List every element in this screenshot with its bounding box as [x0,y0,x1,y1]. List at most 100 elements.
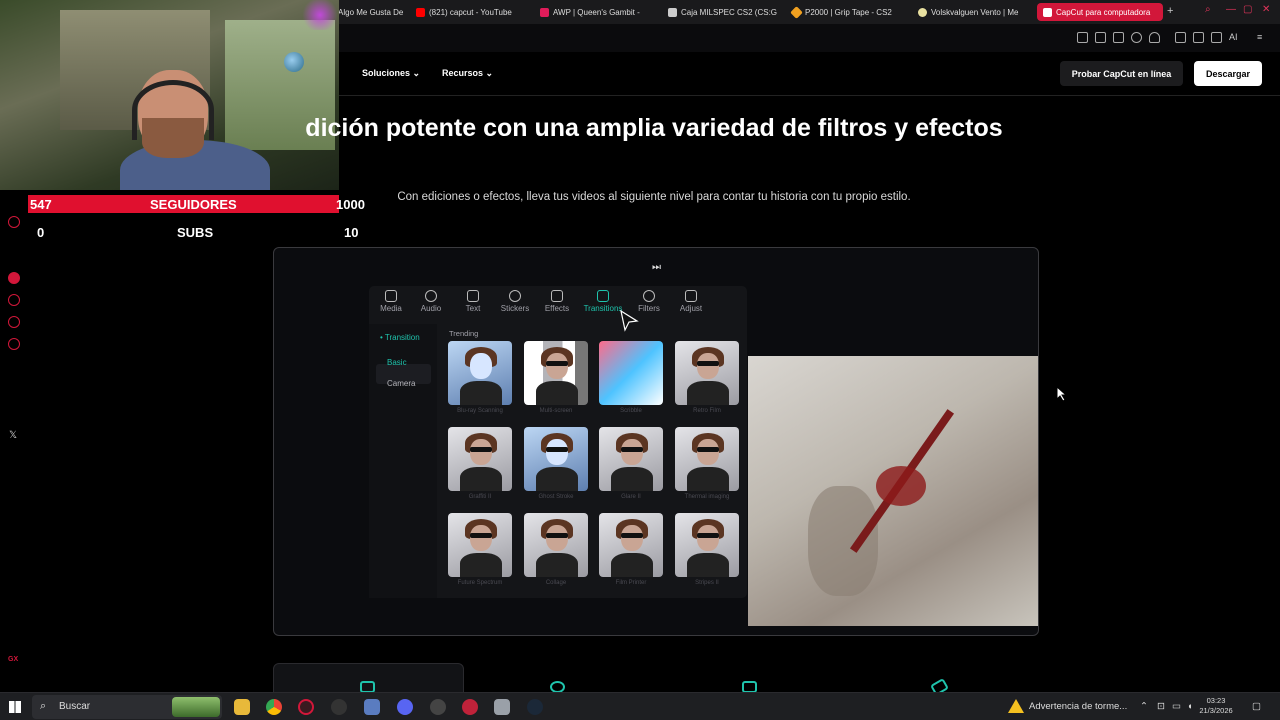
volume-icon[interactable]: ◖ [1187,701,1193,712]
followers-label: SEGUIDORES [150,197,237,212]
instagram-icon[interactable] [8,216,20,228]
chevron-down-icon: ⌄ [412,68,421,78]
ai-button[interactable]: AI [1229,32,1238,42]
play-icon[interactable] [1131,32,1142,43]
tab-audio[interactable]: Audio [409,290,453,313]
clock[interactable]: 03:23 21/3/2026 [1198,696,1234,716]
sidebar-item-basic[interactable]: Basic [387,358,407,367]
gx-logo: GX [8,656,19,663]
settings-icon[interactable] [8,338,20,350]
tab-effects[interactable]: Effects [535,290,579,313]
new-tab-button[interactable]: + [1167,5,1173,17]
adblock-icon[interactable] [1113,32,1124,43]
editor-sidebar: • Transition Basic Camera [369,324,437,598]
x-icon[interactable]: 𝕏 [9,430,17,441]
thumbnail-stripes-ii[interactable] [675,513,739,577]
audio-icon [425,290,437,302]
tab-2[interactable]: AWP | Queen's Gambit - [534,3,652,21]
chevron-up-icon[interactable]: ⌃ [1140,701,1148,712]
music-icon[interactable] [8,272,20,284]
sidebar-item-camera[interactable]: Camera [387,379,415,388]
sticker-icon [509,290,521,302]
page-title: dición potente con una amplia variedad d… [305,114,1003,142]
thumbnail-blu-ray-scanning[interactable] [448,341,512,405]
network-icon[interactable]: ▭ [1172,701,1181,712]
steam-icon[interactable] [527,699,543,715]
notifications-icon[interactable]: ▢ [1252,701,1261,712]
thumbnail-label: Thermal imaging [684,494,730,500]
snapshot-icon[interactable] [1095,32,1106,43]
security-icon[interactable]: ⊡ [1157,701,1165,712]
capcut-icon [1043,7,1052,17]
search-tabs-icon[interactable]: ⌕ [1205,4,1211,15]
pin-icon[interactable] [1077,32,1088,43]
nav-soluciones[interactable]: Soluciones ⌄ [362,68,420,79]
weather-warning-icon[interactable] [1008,699,1024,713]
app-icon[interactable] [430,699,446,715]
tab-6-label: CapCut para computadora [1056,7,1151,17]
headset [132,80,214,140]
try-online-button[interactable]: Probar CapCut en línea [1060,61,1183,86]
extensions-icon[interactable] [1175,32,1186,43]
thumbnail-label: Graffiti II [468,494,492,500]
download-button[interactable]: Descargar [1194,61,1262,86]
thumbnail-thermal-imaging[interactable] [675,427,739,491]
profile-icon[interactable] [1193,32,1204,43]
file-explorer-icon[interactable] [234,699,250,715]
calculator-icon[interactable] [364,699,380,715]
tab-1[interactable]: (821) capcut - YouTube [410,3,522,21]
thumbnail-collage[interactable] [524,513,588,577]
weather-alert[interactable]: Advertencia de torme... [1029,701,1127,712]
sidebar-item-transition[interactable]: • Transition [380,333,420,342]
thumbnail-scribble[interactable] [599,341,663,405]
close-icon[interactable]: ✕ [1262,4,1270,15]
thumbnail-retro-film[interactable] [675,341,739,405]
search-highlight-image [172,697,220,717]
thumbnail-ghost-stroke[interactable] [524,427,588,491]
adjust-icon [685,290,697,302]
thumbnail-label: Retro Film [693,408,721,414]
heart-icon[interactable] [8,316,20,328]
heart-icon[interactable] [1149,32,1160,43]
demo-cursor-icon [620,309,639,332]
tab-3[interactable]: Caja MILSPEC CS2 (CS:G [662,3,778,21]
tab-0[interactable]: Algo Me Gusta De [332,3,404,21]
followers-counter: + 547 SEGUIDORES 1000 [0,195,370,213]
tab-media[interactable]: Media [369,290,413,313]
menu-icon[interactable]: ≡ [1257,32,1262,42]
tab-capcut[interactable]: CapCut para computadora [1037,3,1163,21]
adobe-icon[interactable] [462,699,478,715]
taskbar-search[interactable]: ⌕ Buscar [32,695,222,719]
discord-icon[interactable] [397,699,413,715]
thumbnail-multi-screen[interactable] [524,341,588,405]
youtube-icon [416,7,425,17]
skip-icon[interactable]: ⏭ [652,262,661,273]
nav-recursos[interactable]: Recursos ⌄ [442,68,493,79]
clock-time: 03:23 [1206,696,1226,705]
tab-stickers[interactable]: Stickers [493,290,537,313]
player-icon[interactable] [8,294,20,306]
tab-4[interactable]: P2000 | Grip Tape - CS2 [786,3,904,21]
demo-video-card[interactable]: ⏭ Media Audio Text Stickers Effects Tran… [273,247,1039,636]
thumbnail-label: Ghost Stroke [538,494,574,500]
thumbnail-graffiti-ii[interactable] [448,427,512,491]
obs-icon[interactable] [331,699,347,715]
minimize-icon[interactable]: — [1226,4,1236,15]
transitions-icon [597,290,609,302]
tab-text[interactable]: Text [451,290,495,313]
tab-adjust[interactable]: Adjust [669,290,713,313]
thumbnail-glare-ii[interactable] [599,427,663,491]
site-header: Soluciones ⌄ Recursos ⌄ Probar CapCut en… [339,52,1280,96]
thumbnail-film-printer[interactable] [599,513,663,577]
thumbnail-future-spectrum[interactable] [448,513,512,577]
windows-taskbar: ⌕ Buscar Advertencia de torme... ⌃ ⊡ ▭ ◖… [0,692,1280,720]
maximize-icon[interactable]: ▢ [1243,4,1252,15]
windows-start-icon[interactable] [9,701,21,713]
tab-5[interactable]: Volskvalguen Vento | Me [912,3,1030,21]
chrome-icon[interactable] [266,699,282,715]
thumbnail-label: Scribble [620,408,642,414]
opera-gx-icon[interactable] [298,699,314,715]
shield-icon[interactable] [494,699,510,715]
thumbnail-label: Blu-ray Scanning [457,408,503,414]
download-icon[interactable] [1211,32,1222,43]
